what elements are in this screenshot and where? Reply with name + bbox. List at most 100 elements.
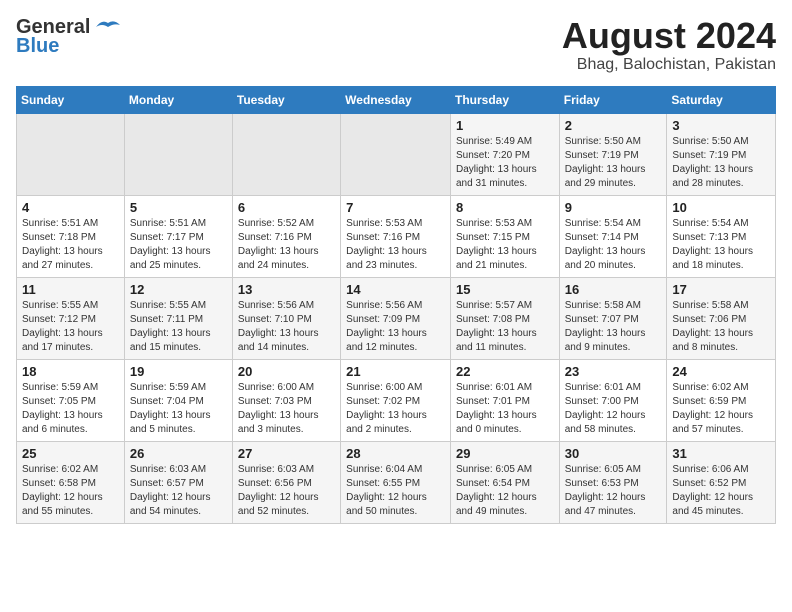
day-info: Sunrise: 6:02 AMSunset: 6:58 PMDaylight:…	[22, 463, 119, 519]
day-number: 3	[672, 118, 770, 133]
day-number: 9	[565, 200, 662, 215]
logo-blue-text: Blue	[16, 35, 59, 58]
logo: General Blue	[16, 16, 122, 58]
header-wednesday: Wednesday	[341, 86, 451, 113]
day-info: Sunrise: 6:03 AMSunset: 6:57 PMDaylight:…	[130, 463, 227, 519]
day-number: 16	[565, 282, 662, 297]
day-number: 18	[22, 364, 119, 379]
table-row: 21Sunrise: 6:00 AMSunset: 7:02 PMDayligh…	[341, 359, 451, 441]
table-row: 17 Sunrise: 5:58 AMSunset: 7:06 PMDayligh…	[667, 277, 776, 359]
day-number: 22	[456, 364, 554, 379]
day-number: 15	[456, 282, 554, 297]
page-header: General Blue August 2024 Bhag, Balochist…	[16, 16, 776, 74]
calendar-week-row: 25 Sunrise: 6:02 AMSunset: 6:58 PMDayligh…	[17, 441, 776, 523]
day-number: 13	[238, 282, 335, 297]
table-row: 8Sunrise: 5:53 AMSunset: 7:15 PMDaylight…	[450, 195, 559, 277]
header-saturday: Saturday	[667, 86, 776, 113]
table-row: 2 Sunrise: 5:50 AMSunset: 7:19 PMDaylight…	[559, 113, 667, 195]
day-number: 5	[130, 200, 227, 215]
calendar-week-row: 1 Sunrise: 5:49 AMSunset: 7:20 PMDaylight…	[17, 113, 776, 195]
table-row: 29Sunrise: 6:05 AMSunset: 6:54 PMDayligh…	[450, 441, 559, 523]
header-thursday: Thursday	[450, 86, 559, 113]
day-number: 30	[565, 446, 662, 461]
day-info: Sunrise: 5:54 AMSunset: 7:13 PMDaylight:…	[672, 217, 770, 273]
table-row: 5 Sunrise: 5:51 AMSunset: 7:17 PMDaylight…	[124, 195, 232, 277]
day-number: 4	[22, 200, 119, 215]
table-row: 9Sunrise: 5:54 AMSunset: 7:14 PMDaylight…	[559, 195, 667, 277]
day-number: 23	[565, 364, 662, 379]
day-info: Sunrise: 6:01 AMSunset: 7:00 PMDaylight:…	[565, 381, 662, 437]
day-number: 24	[672, 364, 770, 379]
day-info: Sunrise: 6:05 AMSunset: 6:53 PMDaylight:…	[565, 463, 662, 519]
logo-bird-icon	[94, 17, 122, 35]
day-info: Sunrise: 5:53 AMSunset: 7:16 PMDaylight:…	[346, 217, 445, 273]
day-info: Sunrise: 5:51 AMSunset: 7:18 PMDaylight:…	[22, 217, 119, 273]
day-number: 6	[238, 200, 335, 215]
table-row: 24 Sunrise: 6:02 AMSunset: 6:59 PMDayligh…	[667, 359, 776, 441]
table-row: 16Sunrise: 5:58 AMSunset: 7:07 PMDayligh…	[559, 277, 667, 359]
day-info: Sunrise: 6:06 AMSunset: 6:52 PMDaylight:…	[672, 463, 770, 519]
table-row: 14Sunrise: 5:56 AMSunset: 7:09 PMDayligh…	[341, 277, 451, 359]
day-info: Sunrise: 5:58 AMSunset: 7:06 PMDaylight:…	[672, 299, 770, 355]
day-info: Sunrise: 5:50 AMSunset: 7:19 PMDaylight:…	[672, 135, 770, 191]
day-number: 12	[130, 282, 227, 297]
table-row: 4 Sunrise: 5:51 AMSunset: 7:18 PMDaylight…	[17, 195, 125, 277]
day-number: 28	[346, 446, 445, 461]
header-friday: Friday	[559, 86, 667, 113]
day-info: Sunrise: 6:01 AMSunset: 7:01 PMDaylight:…	[456, 381, 554, 437]
day-number: 11	[22, 282, 119, 297]
day-number: 7	[346, 200, 445, 215]
day-info: Sunrise: 5:49 AMSunset: 7:20 PMDaylight:…	[456, 135, 554, 191]
day-info: Sunrise: 6:03 AMSunset: 6:56 PMDaylight:…	[238, 463, 335, 519]
day-number: 21	[346, 364, 445, 379]
day-number: 1	[456, 118, 554, 133]
day-info: Sunrise: 5:59 AMSunset: 7:04 PMDaylight:…	[130, 381, 227, 437]
calendar-week-row: 18 Sunrise: 5:59 AMSunset: 7:05 PMDayligh…	[17, 359, 776, 441]
table-row: 1 Sunrise: 5:49 AMSunset: 7:20 PMDaylight…	[450, 113, 559, 195]
day-number: 19	[130, 364, 227, 379]
day-info: Sunrise: 5:50 AMSunset: 7:19 PMDaylight:…	[565, 135, 662, 191]
day-number: 29	[456, 446, 554, 461]
calendar-title: August 2024	[562, 16, 776, 56]
day-number: 2	[565, 118, 662, 133]
day-info: Sunrise: 5:59 AMSunset: 7:05 PMDaylight:…	[22, 381, 119, 437]
table-row	[232, 113, 340, 195]
table-row: 22 Sunrise: 6:01 AMSunset: 7:01 PMDayligh…	[450, 359, 559, 441]
table-row: 28 Sunrise: 6:04 AMSunset: 6:55 PMDayligh…	[341, 441, 451, 523]
day-number: 25	[22, 446, 119, 461]
day-info: Sunrise: 5:56 AMSunset: 7:10 PMDaylight:…	[238, 299, 335, 355]
table-row: 15 Sunrise: 5:57 AMSunset: 7:08 PMDayligh…	[450, 277, 559, 359]
table-row: 7 Sunrise: 5:53 AMSunset: 7:16 PMDaylight…	[341, 195, 451, 277]
day-number: 14	[346, 282, 445, 297]
table-row	[17, 113, 125, 195]
day-number: 17	[672, 282, 770, 297]
table-row: 11Sunrise: 5:55 AMSunset: 7:12 PMDayligh…	[17, 277, 125, 359]
table-row: 25 Sunrise: 6:02 AMSunset: 6:58 PMDayligh…	[17, 441, 125, 523]
table-row	[341, 113, 451, 195]
day-number: 20	[238, 364, 335, 379]
table-row: 27 Sunrise: 6:03 AMSunset: 6:56 PMDayligh…	[232, 441, 340, 523]
day-info: Sunrise: 5:53 AMSunset: 7:15 PMDaylight:…	[456, 217, 554, 273]
table-row: 10Sunrise: 5:54 AMSunset: 7:13 PMDayligh…	[667, 195, 776, 277]
header-tuesday: Tuesday	[232, 86, 340, 113]
day-number: 31	[672, 446, 770, 461]
day-info: Sunrise: 5:52 AMSunset: 7:16 PMDaylight:…	[238, 217, 335, 273]
table-row: 6 Sunrise: 5:52 AMSunset: 7:16 PMDaylight…	[232, 195, 340, 277]
calendar-table: Sunday Monday Tuesday Wednesday Thursday…	[16, 86, 776, 524]
day-number: 26	[130, 446, 227, 461]
header-sunday: Sunday	[17, 86, 125, 113]
table-row: 12 Sunrise: 5:55 AMSunset: 7:11 PMDayligh…	[124, 277, 232, 359]
table-row: 13 Sunrise: 5:56 AMSunset: 7:10 PMDayligh…	[232, 277, 340, 359]
table-row: 30 Sunrise: 6:05 AMSunset: 6:53 PMDayligh…	[559, 441, 667, 523]
table-row: 3 Sunrise: 5:50 AMSunset: 7:19 PMDaylight…	[667, 113, 776, 195]
calendar-subtitle: Bhag, Balochistan, Pakistan	[562, 56, 776, 74]
table-row: 18 Sunrise: 5:59 AMSunset: 7:05 PMDayligh…	[17, 359, 125, 441]
header-monday: Monday	[124, 86, 232, 113]
day-info: Sunrise: 5:51 AMSunset: 7:17 PMDaylight:…	[130, 217, 227, 273]
day-info: Sunrise: 5:57 AMSunset: 7:08 PMDaylight:…	[456, 299, 554, 355]
table-row	[124, 113, 232, 195]
day-info: Sunrise: 6:02 AMSunset: 6:59 PMDaylight:…	[672, 381, 770, 437]
day-info: Sunrise: 6:04 AMSunset: 6:55 PMDaylight:…	[346, 463, 445, 519]
day-info: Sunrise: 5:55 AMSunset: 7:11 PMDaylight:…	[130, 299, 227, 355]
day-number: 27	[238, 446, 335, 461]
